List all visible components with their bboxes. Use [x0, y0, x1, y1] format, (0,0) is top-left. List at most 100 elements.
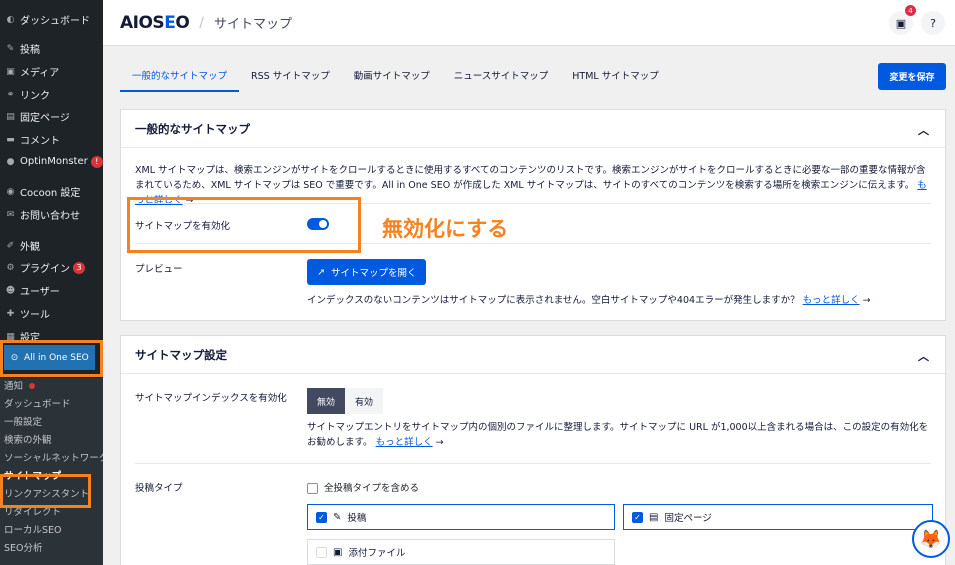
- highlight-frame: [127, 197, 361, 253]
- admin-sidebar: ◐ ダッシュボード ✎ 投稿 ▣ メディア ⚭ リンク ▤ 固定ページ ▬ コメント ● OptinMon…: [0, 0, 103, 565]
- annotation-text: 無効化にする: [382, 217, 509, 241]
- inbox-icon: ▣: [895, 16, 907, 30]
- tab-news-sitemap[interactable]: ニュースサイトマップ: [442, 62, 561, 92]
- post-type-post[interactable]: ✓ ✎ 投稿: [307, 504, 615, 530]
- sitemap-index-label: サイトマップインデックスを有効化: [135, 393, 287, 404]
- optinmonster-icon: ●: [6, 156, 15, 167]
- aioseo-logo: AIOSEO: [120, 12, 190, 33]
- tab-html-sitemap[interactable]: HTML サイトマップ: [560, 62, 670, 92]
- submenu-item-label: 一般設定: [4, 417, 43, 428]
- sidebar-item-label: リンク: [20, 91, 50, 102]
- submenu-item[interactable]: ソーシャルネットワーク: [0, 450, 103, 468]
- sidebar-item[interactable]: ▣ メディア: [0, 60, 59, 83]
- include-all-post-types[interactable]: 全投稿タイプを含める: [307, 480, 419, 494]
- aioseo-submenu: 通知 ダッシュボード 一般設定 検索の外観 ソーシャルネットワーク サイトマップ リンクアシ…: [0, 378, 103, 565]
- count-badge: !: [90, 155, 103, 168]
- note-text: インデックスのないコンテンツはサイトマップに表示されません。空白サイトマップや4…: [307, 295, 800, 306]
- submenu-item[interactable]: 通知: [0, 378, 103, 396]
- submenu-item-label: 検索の外観: [4, 435, 52, 446]
- external-link-icon: ↗: [317, 266, 325, 278]
- appearance-icon: ✐: [6, 240, 15, 251]
- submenu-item-label: ダッシュボード: [4, 399, 71, 410]
- media-icon: ▣: [6, 66, 15, 77]
- card-title: 一般的なサイトマップ: [135, 121, 250, 136]
- submenu-item[interactable]: ローカルSEO: [0, 522, 103, 540]
- sitemap-index-switch: 無効 有効: [307, 388, 384, 414]
- include-all-checkbox[interactable]: [307, 483, 318, 494]
- submenu-list: 通知 ダッシュボード 一般設定 検索の外観 ソーシャルネットワーク サイトマップ リンクアシ…: [0, 378, 103, 558]
- help-icon: ?: [930, 16, 936, 30]
- checkbox-checked[interactable]: ✓: [632, 511, 643, 523]
- learn-more-link[interactable]: もっと詳しく: [803, 295, 860, 306]
- sidebar-item[interactable]: ✚ ツール: [0, 302, 50, 325]
- checkbox-unchecked[interactable]: [316, 546, 327, 558]
- count-badge: 3: [73, 261, 85, 274]
- sidebar-item[interactable]: ◉ Cocoon 設定: [0, 180, 81, 203]
- sidebar-item[interactable]: ▬ コメント: [0, 128, 60, 151]
- card-header[interactable]: 一般的なサイトマップ ︿: [121, 110, 945, 148]
- submenu-item[interactable]: SEO分析: [0, 540, 103, 558]
- assistant-mascot-button[interactable]: 🦊: [912, 520, 950, 558]
- checkbox-checked[interactable]: ✓: [316, 511, 327, 523]
- chevron-up-icon[interactable]: ︿: [918, 122, 929, 138]
- sidebar-item-label: 投稿: [20, 45, 40, 56]
- option-disabled[interactable]: 無効: [307, 388, 346, 414]
- submenu-item-label: 通知: [4, 381, 24, 392]
- sidebar-item[interactable]: ✎ 投稿: [0, 37, 40, 60]
- sidebar-item[interactable]: ⚭ リンク: [0, 83, 50, 106]
- learn-more-link[interactable]: もっと詳しく: [376, 437, 433, 448]
- post-type-page[interactable]: ✓ ▤ 固定ページ: [623, 504, 933, 530]
- logo-text: O: [175, 12, 190, 33]
- checkbox-label: 全投稿タイプを含める: [324, 483, 420, 494]
- user-icon: ☻: [5, 285, 16, 296]
- sidebar-item[interactable]: ⚙ プラグイン 3: [0, 256, 85, 279]
- plugin-icon: ⚙: [6, 262, 15, 273]
- sidebar-item-label: 外観: [20, 242, 40, 253]
- option-enabled[interactable]: 有効: [345, 388, 384, 414]
- card-header[interactable]: サイトマップ設定 ︿: [121, 336, 945, 374]
- submenu-item-label: ソーシャルネットワーク: [4, 453, 103, 464]
- highlight-frame: [0, 340, 103, 377]
- sidebar-item-aioseo[interactable]: ⊙ All in One SEO: [0, 340, 103, 377]
- sidebar-item-label: プラグイン: [20, 264, 70, 275]
- page-icon: ▤: [649, 511, 659, 523]
- submenu-item-label: SEO分析: [4, 543, 43, 554]
- pin-icon: ✎: [333, 511, 342, 523]
- mail-icon: ✉: [6, 209, 15, 220]
- submenu-item[interactable]: 検索の外観: [0, 432, 103, 450]
- open-sitemap-button[interactable]: ↗ サイトマップを開く: [307, 259, 427, 285]
- post-type-label: 添付ファイル: [348, 548, 406, 559]
- inbox-button[interactable]: ▣ 4: [889, 5, 916, 35]
- mascot-icon: 🦊: [919, 528, 943, 550]
- sidebar-item[interactable]: ◐ ダッシュボード: [0, 8, 90, 31]
- submenu-item-label: ローカルSEO: [4, 525, 62, 536]
- button-label: サイトマップを開く: [330, 268, 417, 279]
- submenu-item[interactable]: ダッシュボード: [0, 396, 103, 414]
- sidebar-item[interactable]: ✐ 外観: [0, 234, 40, 257]
- tab-general-sitemap[interactable]: 一般的なサイトマップ: [120, 62, 240, 92]
- help-button[interactable]: ?: [921, 11, 945, 35]
- post-types-label: 投稿タイプ: [135, 483, 183, 494]
- sidebar-item-label: 固定ページ: [20, 113, 70, 124]
- chevron-up-icon[interactable]: ︿: [918, 348, 929, 364]
- sidebar-item[interactable]: ▤ 固定ページ: [0, 105, 70, 128]
- logo-text: AIOS: [120, 12, 165, 33]
- post-type-attachment[interactable]: ▣ 添付ファイル: [307, 539, 615, 565]
- sidebar-item[interactable]: ✉ お問い合わせ: [0, 203, 80, 226]
- link-icon: ⚭: [6, 89, 15, 100]
- tab-rss-sitemap[interactable]: RSS サイトマップ: [239, 62, 342, 92]
- description-text: XML サイトマップは、検索エンジンがサイトをクロールするときに使用するすべての…: [135, 165, 926, 191]
- sidebar-item[interactable]: ● OptinMonster!: [0, 150, 103, 173]
- tab-video-sitemap[interactable]: 動画サイトマップ: [342, 62, 442, 92]
- unread-dot: [29, 383, 36, 389]
- media-icon: ▣: [333, 546, 343, 558]
- sidebar-item-label: Cocoon 設定: [20, 188, 81, 199]
- sidebar-item-label: OptinMonster: [20, 156, 88, 167]
- tool-icon: ✚: [6, 308, 15, 319]
- preview-note: インデックスのないコンテンツはサイトマップに表示されません。空白サイトマップや4…: [307, 295, 871, 306]
- logo-accent: E: [164, 12, 176, 33]
- submenu-item[interactable]: 一般設定: [0, 414, 103, 432]
- save-changes-button[interactable]: 変更を保存: [878, 63, 946, 90]
- sidebar-item[interactable]: ☻ ユーザー: [0, 279, 60, 302]
- preview-label: プレビュー: [135, 264, 183, 275]
